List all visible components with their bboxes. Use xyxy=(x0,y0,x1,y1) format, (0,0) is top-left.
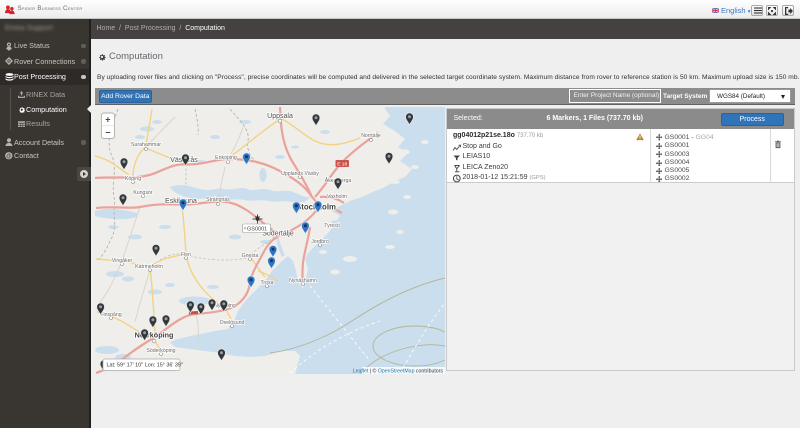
svg-text:−: − xyxy=(105,127,110,137)
svg-text:Vingåker: Vingåker xyxy=(112,257,133,264)
svg-text:Leaflet | © OpenStreetMap cont: Leaflet | © OpenStreetMap contributors xyxy=(353,367,444,374)
svg-text:Oxelösund: Oxelösund xyxy=(220,320,245,326)
svg-text:Finspång: Finspång xyxy=(100,311,121,318)
svg-text:Kungsör: Kungsör xyxy=(133,190,153,196)
svg-text:Trosa: Trosa xyxy=(260,280,273,286)
svg-text:Köping: Köping xyxy=(125,176,141,182)
svg-text:Norrtälje: Norrtälje xyxy=(361,133,381,139)
svg-text:Vaxholm: Vaxholm xyxy=(327,194,347,200)
svg-text:Jordbro: Jordbro xyxy=(311,239,329,245)
svg-text:Katrineholm: Katrineholm xyxy=(135,264,163,270)
svg-text:Strängnäs: Strängnäs xyxy=(206,197,230,203)
svg-text:Söderköping: Söderköping xyxy=(146,348,175,354)
svg-text:Gnesta: Gnesta xyxy=(242,253,259,259)
svg-text:+: + xyxy=(105,114,110,124)
svg-text:Lat: 59° 17' 10'' Lon: 15° 36': Lat: 59° 17' 10'' Lon: 15° 36' 39'' xyxy=(107,362,183,368)
svg-text:Tyresö: Tyresö xyxy=(324,223,340,229)
svg-text:Nynäshamn: Nynäshamn xyxy=(289,278,317,284)
svg-text:@: @ xyxy=(6,154,11,160)
svg-text:Uppsala: Uppsala xyxy=(267,113,293,120)
svg-text:Upplands Väsby: Upplands Väsby xyxy=(281,171,319,177)
svg-text:GS0001: GS0001 xyxy=(247,226,267,232)
svg-text:Norrköping: Norrköping xyxy=(135,330,174,339)
svg-text:Flen: Flen xyxy=(181,252,191,258)
svg-text:E 18: E 18 xyxy=(337,161,347,167)
svg-text:Surahammar: Surahammar xyxy=(131,142,161,148)
svg-text:Enköping: Enköping xyxy=(215,155,237,161)
